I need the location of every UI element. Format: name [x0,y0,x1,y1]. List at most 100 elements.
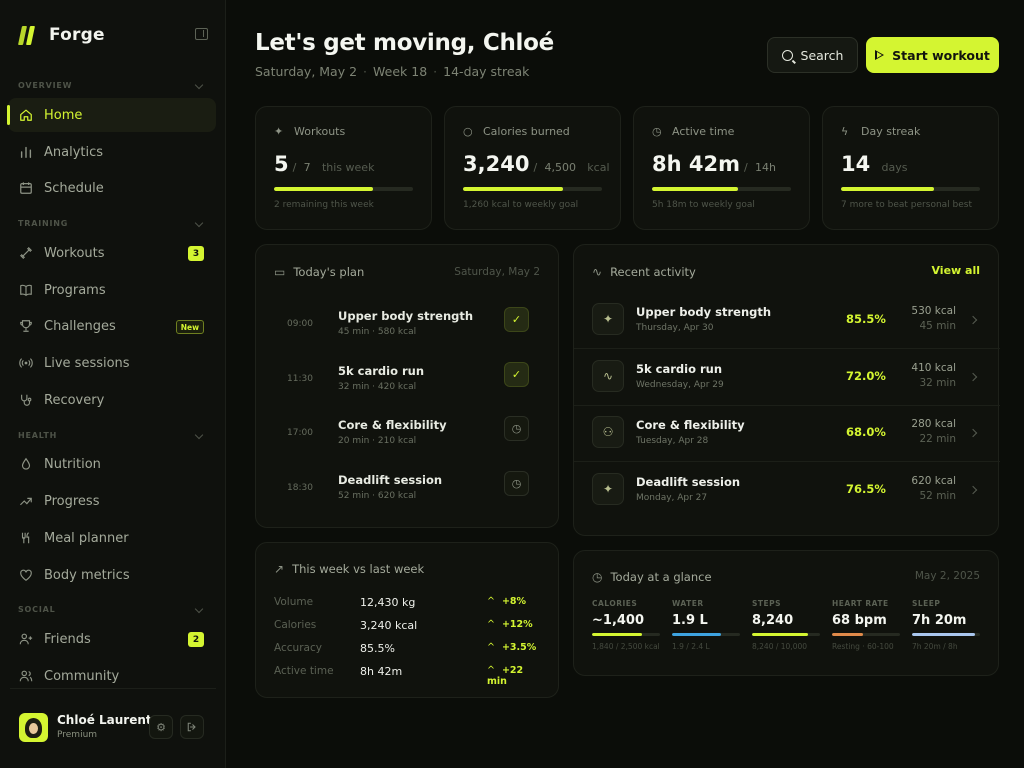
chevron-right-icon[interactable] [968,315,978,325]
comparison-row: Volume 12,430 kg +8% [274,596,544,612]
start-workout-button[interactable]: Start workout [866,37,999,73]
glance-bar [752,633,820,636]
stat-value: 5/ 7 this week [274,152,375,176]
logout-button[interactable] [180,715,204,739]
sidebar-item-meal-planner[interactable]: Meal planner [8,521,216,555]
plan-name: Deadlift session [338,473,443,487]
glance-label: CALORIES [592,599,638,608]
plan-name: Core & flexibility [338,418,447,432]
chevron-right-icon[interactable] [968,428,978,438]
sidebar-collapse-icon[interactable] [195,28,208,40]
settings-button[interactable]: ⚙ [149,715,173,739]
plan-done-checkbox[interactable]: ✓ [504,362,529,387]
section-health[interactable]: HEALTH [18,430,204,443]
search-button-label: Search [800,47,844,63]
sidebar-item-live-sessions[interactable]: Live sessions [8,346,216,380]
sidebar-item-label: Schedule [44,180,104,196]
activity-row[interactable]: ✦ Deadlift session Monday, Apr 27 76.5% … [574,462,1000,519]
stat-target: 4,500 [544,161,576,174]
activity-row[interactable]: ⚇ Core & flexibility Tuesday, Apr 28 68.… [574,405,1000,462]
glance-value: 7h 20m [912,613,967,628]
glance-metric: SLEEP 7h 20m 7h 20m / 8h [912,599,980,659]
gear-icon: ⚙ [156,720,166,734]
glance-bar [832,633,900,636]
heart-icon [18,567,34,583]
activity-score: 72.0% [846,369,886,383]
stat-value: 8h 42m/ 14h [652,152,776,176]
section-social[interactable]: SOCIAL [18,604,204,617]
bar-chart-icon [18,144,34,160]
stat-card-workouts[interactable]: ✦ Workouts 5/ 7 this week 2 remaining thi… [255,106,432,230]
chevron-right-icon[interactable] [968,485,978,495]
stat-card-streak[interactable]: ϟ Day streak 14 days 7 more to beat perso… [822,106,999,230]
recent-activity-card: ∿ Recent activity View all ✦ Upper body s… [573,244,1000,536]
stat-card-active-time[interactable]: ◷ Active time 8h 42m/ 14h 5h 18m to weekl… [633,106,810,230]
activity-row[interactable]: ✦ Upper body strength Thursday, Apr 30 8… [574,292,1000,349]
trend-icon: ↗ [274,562,285,576]
avatar[interactable] [19,713,48,742]
sidebar-item-analytics[interactable]: Analytics [8,135,216,169]
logout-icon [187,722,196,732]
dumbbell-icon [18,245,34,261]
broadcast-icon [18,355,34,371]
activity-kcal: 280 kcal [911,418,956,430]
sidebar-item-label: Live sessions [44,355,130,371]
section-overview[interactable]: OVERVIEW [18,80,204,93]
new-badge: New [175,320,204,334]
sidebar-item-workouts[interactable]: Workouts 3 [8,236,216,270]
comparison-row: Active time 8h 42m +22 min [274,665,544,687]
sidebar-item-programs[interactable]: Programs [8,273,216,307]
bolt-icon: ϟ [841,125,849,138]
sidebar-item-home[interactable]: Home [7,98,216,132]
sidebar-item-recovery[interactable]: Recovery [8,383,216,417]
sidebar-item-challenges[interactable]: Challenges New [8,309,216,343]
stat-unit: kcal [587,161,610,174]
sidebar-item-body-metrics[interactable]: Body metrics [8,558,216,592]
sidebar-item-friends[interactable]: Friends 2 [8,622,216,656]
activity-row[interactable]: ∿ 5k cardio run Wednesday, Apr 29 72.0% … [574,349,1000,406]
glance-date: May 2, 2025 [914,570,980,582]
users-icon [18,668,34,684]
plan-pending-button[interactable]: ◷ [504,416,529,441]
brand[interactable]: Forge [17,22,208,48]
user-profile[interactable]: Chloé Laurent Premium ⚙ [10,688,216,764]
comparison-row: Accuracy 85.5% +3.5% [274,642,544,658]
activity-duration: 52 min [919,490,957,502]
plan-meta: 20 min · 210 kcal [338,436,417,446]
plan-item[interactable]: 18:30 Deadlift session 52 min · 620 kcal… [257,469,559,524]
activity-name: 5k cardio run [636,362,723,376]
stat-card-calories[interactable]: ○ Calories burned 3,240/ 4,500 kcal 1,260… [444,106,621,230]
sidebar-item-label: Recovery [44,392,105,408]
sidebar-item-nutrition[interactable]: Nutrition [8,447,216,481]
current-week: Week 18 [373,64,428,79]
stat-note: 5h 18m to weekly goal [652,200,755,210]
chevron-down-icon [194,604,204,614]
sidebar-item-label: Nutrition [44,456,101,472]
comparison-value: 85.5% [360,642,395,655]
comparison-value: 3,240 kcal [360,619,418,632]
sidebar-item-schedule[interactable]: Schedule [8,171,216,205]
search-button[interactable]: Search [767,37,858,73]
glance-metric: HEART RATE 68 bpm Resting · 60-100 [832,599,900,659]
pulse-icon: ∿ [592,360,624,392]
activity-duration: 22 min [919,433,957,445]
view-all-link[interactable]: View all [931,264,980,277]
comparison-value: 8h 42m [360,665,403,678]
plan-item[interactable]: 17:00 Core & flexibility 20 min · 210 kc… [257,414,559,469]
plan-item[interactable]: 09:00 Upper body strength 45 min · 580 k… [257,305,559,360]
stat-target: 7 [303,161,311,174]
activity-kcal: 410 kcal [911,362,956,374]
sidebar-item-label: Meal planner [44,530,129,546]
activity-kcal: 530 kcal [911,305,956,317]
plan-done-checkbox[interactable]: ✓ [504,307,529,332]
glance-metric: STEPS 8,240 8,240 / 10,000 [752,599,820,659]
chevron-right-icon[interactable] [968,372,978,382]
glance-sub: 1,840 / 2,500 kcal [592,642,660,651]
plan-time: 11:30 [287,374,313,384]
stat-note: 2 remaining this week [274,200,374,210]
section-training[interactable]: TRAINING [18,218,204,231]
plan-item[interactable]: 11:30 5k cardio run 32 min · 420 kcal ✓ [257,360,559,415]
plan-pending-button[interactable]: ◷ [504,471,529,496]
sidebar-item-progress[interactable]: Progress [8,484,216,518]
clock-icon: ◷ [511,477,522,490]
